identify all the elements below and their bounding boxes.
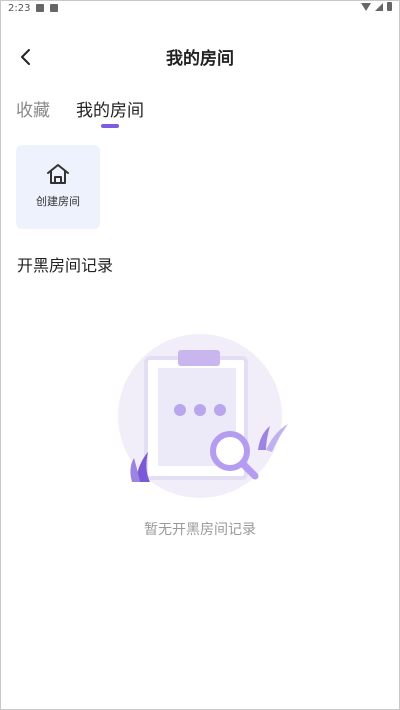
wifi-icon bbox=[361, 2, 371, 11]
tab-my-rooms-label: 我的房间 bbox=[76, 101, 144, 121]
create-room-label: 创建房间 bbox=[36, 195, 80, 208]
tab-favorites[interactable]: 收藏 bbox=[16, 96, 50, 128]
battery-icon bbox=[387, 2, 392, 11]
signal-icon bbox=[375, 2, 383, 11]
empty-state-illustration bbox=[118, 334, 288, 498]
tab-bar: 收藏 我的房间 bbox=[16, 96, 144, 128]
empty-state-message: 暂无开黑房间记录 bbox=[144, 522, 256, 538]
status-bar: 2:23 bbox=[0, 0, 400, 18]
page-title: 我的房间 bbox=[166, 49, 234, 69]
section-title: 开黑房间记录 bbox=[17, 256, 114, 275]
image-notification-icon bbox=[36, 4, 44, 12]
status-time: 2:23 bbox=[8, 3, 31, 14]
app-header: 我的房间 bbox=[0, 36, 400, 76]
app-notification-icon bbox=[50, 4, 58, 12]
tab-my-rooms[interactable]: 我的房间 bbox=[76, 96, 144, 128]
tab-favorites-label: 收藏 bbox=[16, 101, 50, 121]
status-icons bbox=[361, 2, 392, 11]
tab-active-indicator bbox=[101, 124, 119, 128]
create-room-button[interactable]: 创建房间 bbox=[16, 145, 100, 229]
house-icon bbox=[47, 164, 69, 184]
